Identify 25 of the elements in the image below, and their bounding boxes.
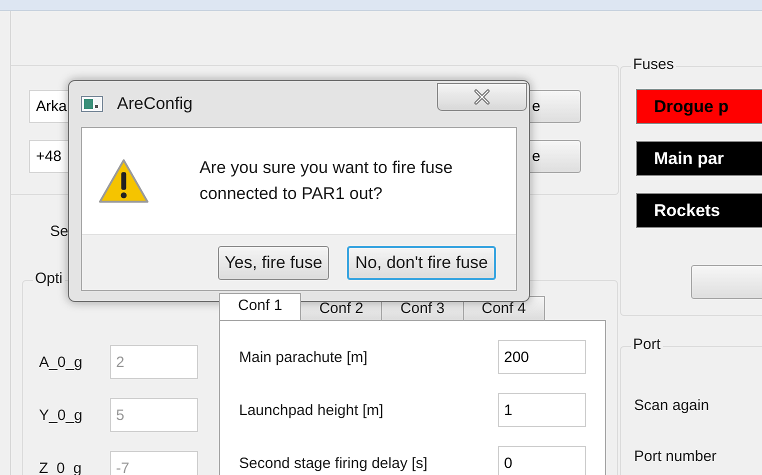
port-label: Port number: [634, 448, 718, 465]
dialog-button[interactable]: No, don't fire fuse: [347, 246, 496, 280]
group-title: Opti: [33, 270, 65, 287]
dialog-message: Are you sure you want to fire fuse connected to PAR1 out?: [199, 157, 454, 205]
fire-button[interactable]: [691, 265, 762, 299]
fuse-indicator: Rockets: [636, 193, 762, 228]
setting-label: Second stage firing delay [s]: [239, 454, 428, 472]
close-icon: [472, 89, 492, 105]
fuse-indicator: Main par: [636, 141, 762, 176]
axis-label: Y_0_g: [39, 406, 84, 424]
warning-icon: [98, 158, 150, 204]
dialog-button[interactable]: Yes, fire fuse: [218, 246, 330, 280]
setting-label: Main parachute [m]: [239, 348, 368, 366]
setting-field[interactable]: 1: [498, 393, 586, 427]
setting-field[interactable]: 0: [498, 446, 586, 475]
close-button[interactable]: [437, 83, 527, 111]
dialog-title: AreConfig: [117, 94, 193, 114]
axis-label: A_0_g: [39, 354, 84, 370]
section-label: Se: [50, 223, 70, 242]
setting-label: Launchpad height [m]: [239, 402, 384, 418]
scan-label: Scan again: [634, 397, 710, 414]
app-icon: [81, 96, 103, 112]
fuse-indicator: Drogue p: [636, 89, 762, 124]
config-tab[interactable]: Conf 1: [219, 293, 302, 320]
setting-field[interactable]: 200: [498, 340, 586, 374]
